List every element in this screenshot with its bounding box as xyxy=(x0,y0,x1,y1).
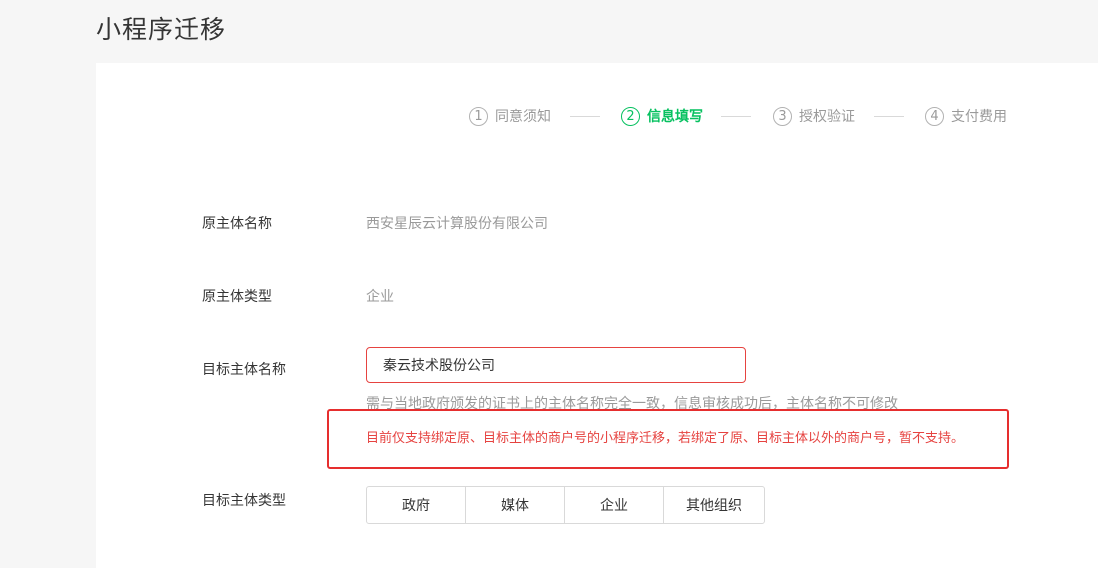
step-3: 3 授权验证 xyxy=(773,106,855,126)
target-type-label: 目标主体类型 xyxy=(202,493,286,509)
page-title: 小程序迁移 xyxy=(96,15,227,44)
step-number: 4 xyxy=(925,106,944,126)
step-label: 支付费用 xyxy=(951,109,1007,125)
target-type-option-media[interactable]: 媒体 xyxy=(466,487,565,523)
step-number: 3 xyxy=(773,106,792,126)
original-name-value: 西安星辰云计算股份有限公司 xyxy=(366,216,548,232)
original-type-label: 原主体类型 xyxy=(202,289,272,305)
merchant-warning-text: 目前仅支持绑定原、目标主体的商户号的小程序迁移，若绑定了原、目标主体以外的商户号… xyxy=(366,431,965,446)
step-label: 同意须知 xyxy=(495,109,551,125)
step-divider xyxy=(721,116,751,117)
step-label: 信息填写 xyxy=(647,109,703,125)
target-type-option-other[interactable]: 其他组织 xyxy=(664,487,764,523)
target-name-input[interactable] xyxy=(366,347,746,383)
step-divider xyxy=(874,116,904,117)
original-type-value: 企业 xyxy=(366,289,394,305)
target-type-selector: 政府 媒体 企业 其他组织 xyxy=(366,486,765,524)
target-type-option-enterprise[interactable]: 企业 xyxy=(565,487,664,523)
step-number: 2 xyxy=(621,106,640,126)
step-divider xyxy=(570,116,600,117)
step-4: 4 支付费用 xyxy=(925,106,1007,126)
original-name-label: 原主体名称 xyxy=(202,216,272,232)
step-1: 1 同意须知 xyxy=(469,106,551,126)
migration-panel: 1 同意须知 2 信息填写 3 授权验证 4 支付费用 原主体名称 西安星辰云计… xyxy=(96,63,1098,568)
target-type-option-government[interactable]: 政府 xyxy=(367,487,466,523)
target-name-label: 目标主体名称 xyxy=(202,362,286,378)
step-2: 2 信息填写 xyxy=(621,106,703,126)
step-number: 1 xyxy=(469,106,488,126)
step-label: 授权验证 xyxy=(799,109,855,125)
